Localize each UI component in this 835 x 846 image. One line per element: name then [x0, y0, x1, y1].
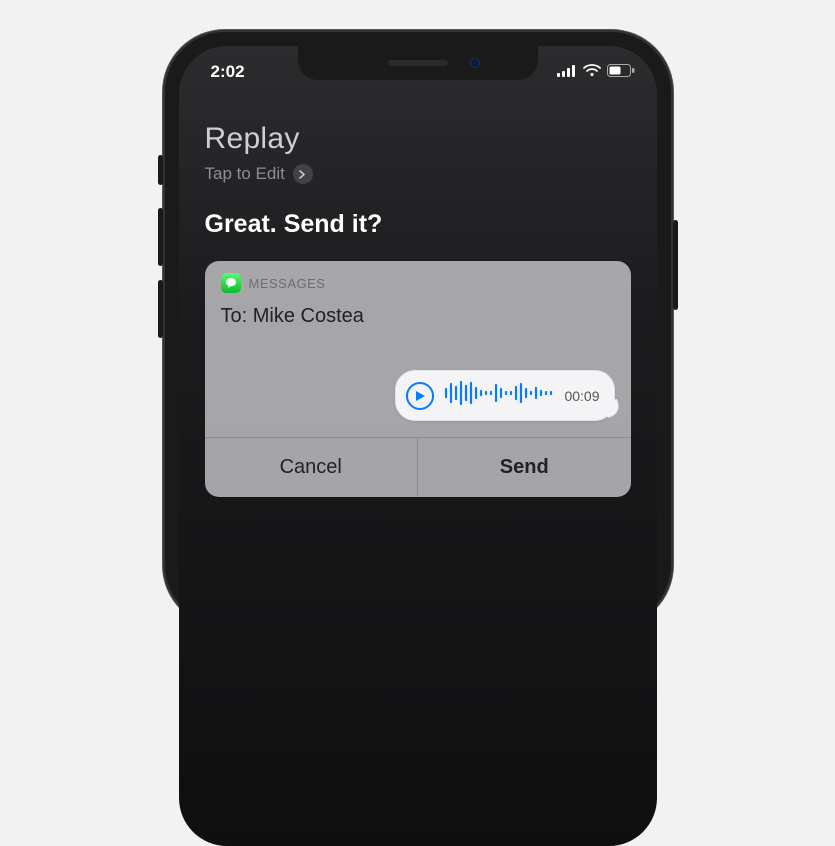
- recipient-prefix: To:: [221, 305, 253, 327]
- wifi-icon: [583, 62, 601, 82]
- card-header: MESSAGES: [205, 261, 631, 303]
- play-button[interactable]: [406, 382, 434, 410]
- volume-down-button: [158, 280, 163, 338]
- messages-app-icon: [221, 273, 241, 293]
- phone-frame: 2:02 Replay Tap to Edit: [163, 30, 673, 627]
- audio-message-bubble[interactable]: 00:09: [395, 370, 614, 421]
- status-time: 2:02: [211, 62, 245, 82]
- app-label: MESSAGES: [249, 276, 326, 291]
- notch: [298, 46, 538, 80]
- mute-switch: [158, 155, 163, 185]
- play-icon: [415, 390, 426, 402]
- message-preview-card: MESSAGES To: Mike Costea: [205, 261, 631, 497]
- waveform-icon: [444, 379, 554, 412]
- card-actions: Cancel Send: [205, 437, 631, 497]
- phone-screen: 2:02 Replay Tap to Edit: [179, 46, 657, 846]
- front-camera: [470, 58, 480, 68]
- battery-icon: [607, 62, 635, 82]
- volume-up-button: [158, 208, 163, 266]
- recipient-line: To: Mike Costea: [221, 305, 615, 328]
- earpiece-speaker: [388, 60, 448, 66]
- cancel-button[interactable]: Cancel: [205, 438, 419, 497]
- send-button[interactable]: Send: [418, 438, 631, 497]
- cellular-signal-icon: [557, 62, 577, 82]
- recipient-name: Mike Costea: [253, 305, 364, 327]
- tap-to-edit-button[interactable]: Tap to Edit: [205, 164, 631, 184]
- user-utterance: Replay: [205, 122, 631, 156]
- audio-duration: 00:09: [564, 388, 599, 404]
- siri-prompt: Great. Send it?: [205, 210, 631, 239]
- power-button: [673, 220, 678, 310]
- chevron-right-icon: [293, 164, 313, 184]
- tap-to-edit-label: Tap to Edit: [205, 164, 285, 184]
